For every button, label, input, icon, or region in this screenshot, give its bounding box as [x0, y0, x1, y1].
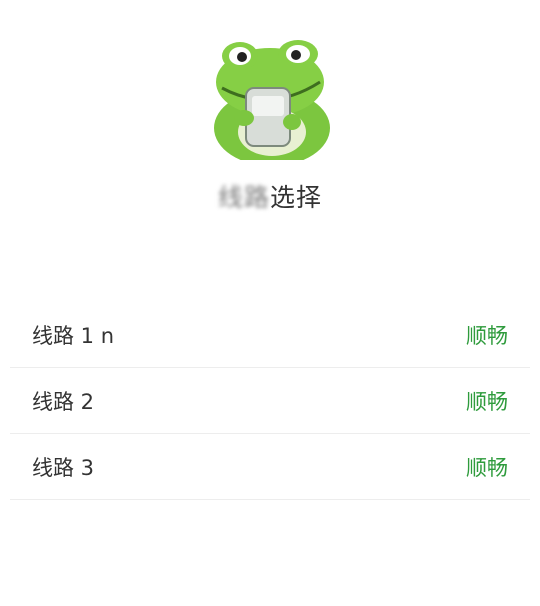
line-status: 顺畅	[466, 389, 508, 414]
line-status: 顺畅	[466, 455, 508, 480]
line-item-3[interactable]: 线路 3 顺畅	[10, 434, 530, 500]
page-title-visible: 选择	[270, 183, 323, 212]
line-status: 顺畅	[466, 323, 508, 348]
page-title-blurred: 线路	[217, 183, 270, 212]
line-name: 线路 1 n	[32, 323, 115, 348]
frog-logo-icon	[200, 36, 340, 160]
line-item-2[interactable]: 线路 2 顺畅	[10, 368, 530, 434]
line-list: 线路 1 n 顺畅 线路 2 顺畅 线路 3 顺畅	[10, 302, 530, 500]
line-name: 线路 2	[32, 389, 95, 414]
page-title: 线路选择	[0, 178, 540, 214]
line-item-1[interactable]: 线路 1 n 顺畅	[10, 302, 530, 368]
line-name: 线路 3	[32, 455, 95, 480]
